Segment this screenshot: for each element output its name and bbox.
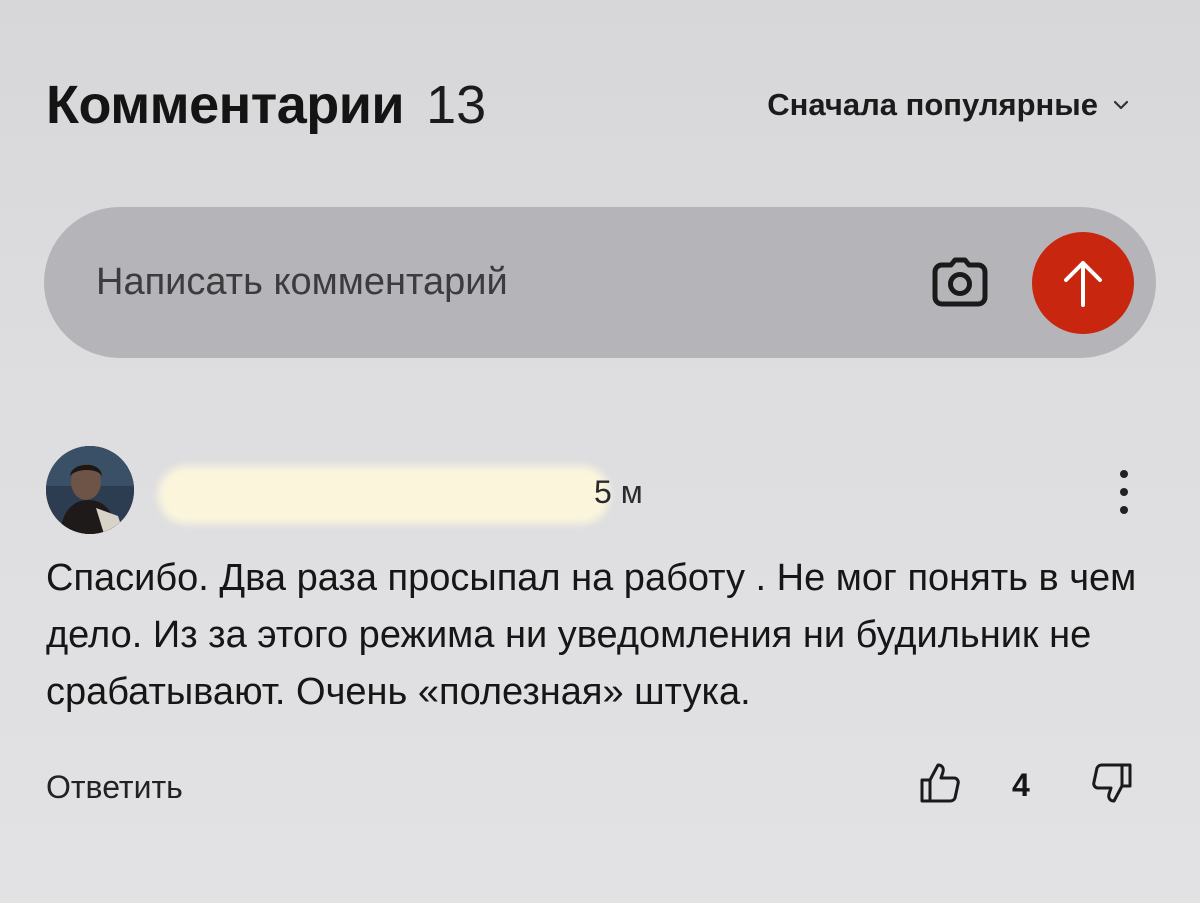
send-button[interactable] [1032,231,1134,334]
thumbs-up-icon [920,763,960,803]
comment-composer [44,207,1156,358]
reply-button[interactable]: Ответить [46,769,183,806]
comment-item: 5 м Спасибо. Два раза просыпал на работу… [46,446,1136,821]
thumbs-down-icon [1092,763,1132,803]
chevron-down-icon [1113,100,1129,110]
comment-text: Спасибо. Два раза просыпал на работу . Н… [46,557,1137,713]
more-dot [1120,488,1128,496]
camera-icon [932,257,988,306]
sort-dropdown[interactable]: Сначала популярные [767,87,1130,123]
more-dot [1120,470,1128,478]
avatar-image [46,446,134,534]
sort-label: Сначала популярные [767,87,1098,122]
comment-input[interactable] [94,260,930,305]
comments-header: Комментарии 13 Сначала популярные [46,70,1130,140]
author-name-redacted [158,466,610,524]
comments-page: Комментарии 13 Сначала популярные Написа… [0,0,1200,903]
comment-header: 5 м [46,446,1136,538]
avatar[interactable] [46,446,134,534]
like-button[interactable] [918,761,962,805]
comment-time: 5 м [594,474,643,510]
attach-photo-button[interactable] [930,253,990,313]
comment-actions: Ответить 4 [46,761,1136,821]
arrow-up-icon [1064,260,1102,307]
dislike-button[interactable] [1090,761,1134,805]
page-title: Комментарии [46,75,405,135]
vote-count: 4 [1012,767,1030,803]
more-vertical-icon[interactable] [1112,470,1136,514]
comments-count: 13 [426,75,487,135]
title-group: Комментарии 13 [46,74,486,136]
more-dot [1120,506,1128,514]
